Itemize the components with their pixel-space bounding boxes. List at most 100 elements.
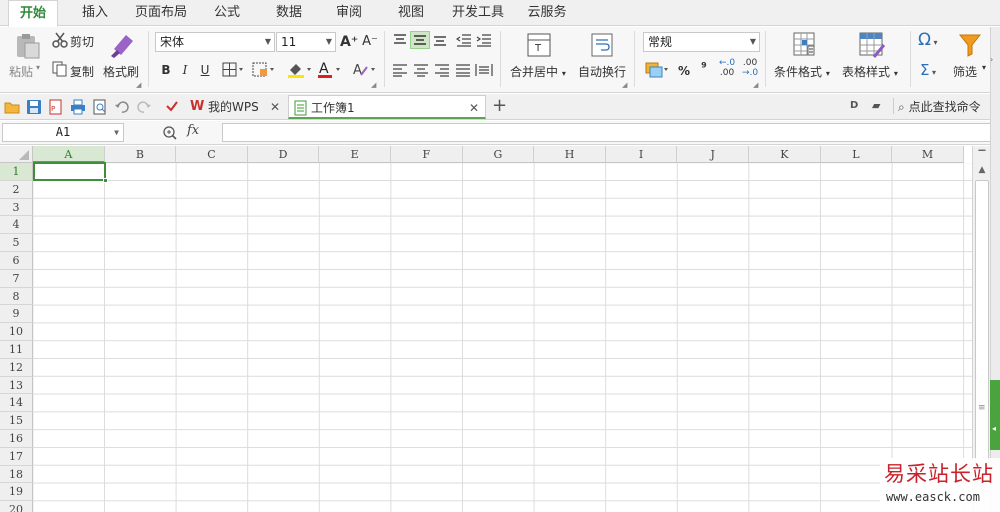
column-header[interactable]: M <box>892 146 964 163</box>
fill-color-icon[interactable] <box>286 61 314 79</box>
autosum-button[interactable]: Σ ▾ <box>920 61 936 79</box>
fill-grid-icon[interactable] <box>252 62 276 78</box>
formula-input[interactable] <box>222 123 998 142</box>
name-box[interactable]: A1 ▼ <box>2 123 124 142</box>
share-icon[interactable]: ▰ <box>872 99 880 112</box>
collaborate-icon[interactable]: D <box>850 100 858 111</box>
distributed-align-icon[interactable] <box>475 63 493 77</box>
row-header[interactable]: 18 <box>0 465 33 484</box>
increase-decimal-button[interactable]: ←.0 .00 <box>719 58 735 78</box>
merge-center-button[interactable]: 合并居中 ▾ <box>510 63 566 80</box>
active-cell-a1[interactable] <box>33 162 108 183</box>
clipboard-launcher[interactable]: ◢ <box>136 81 141 89</box>
column-header[interactable]: B <box>104 146 177 163</box>
row-header[interactable]: 12 <box>0 358 33 377</box>
column-header[interactable]: J <box>677 146 749 163</box>
redo-icon[interactable] <box>136 99 152 115</box>
tab-cloud-services[interactable]: 云服务 <box>520 0 574 26</box>
column-header[interactable]: H <box>534 146 606 163</box>
command-search[interactable]: ⌕ 点此查找命令 <box>898 97 981 117</box>
tab-data[interactable]: 数据 <box>266 0 312 26</box>
tab-page-layout[interactable]: 页面布局 <box>128 0 194 26</box>
decrease-decimal-button[interactable]: .00 →.0 <box>742 58 758 78</box>
doc-tab-workbook[interactable]: 工作簿1 ✕ <box>288 95 486 119</box>
row-header[interactable]: 2 <box>0 180 33 199</box>
row-header[interactable]: 7 <box>0 269 33 288</box>
scrollbar-thumb[interactable]: ≡ <box>975 180 989 480</box>
save-icon[interactable] <box>26 99 42 115</box>
row-header[interactable]: 15 <box>0 412 33 430</box>
paste-dropdown-arrow[interactable]: ▾ <box>36 63 40 72</box>
fill-handle[interactable] <box>103 178 108 183</box>
row-header[interactable]: 3 <box>0 198 33 217</box>
row-header[interactable]: 19 <box>0 483 33 502</box>
wrap-text-button[interactable]: 自动换行 <box>578 63 626 80</box>
column-header[interactable]: D <box>247 146 320 163</box>
row-header[interactable]: 10 <box>0 323 33 341</box>
align-left-icon[interactable] <box>392 63 408 77</box>
row-header[interactable]: 8 <box>0 287 33 306</box>
print-icon[interactable] <box>70 99 86 115</box>
zoom-function-icon[interactable] <box>162 125 178 141</box>
tab-view[interactable]: 视图 <box>388 0 434 26</box>
chevron-down-icon[interactable]: ▾ <box>982 63 986 72</box>
row-header[interactable]: 20 <box>0 501 33 512</box>
paste-icon[interactable] <box>12 33 42 59</box>
new-tab-plus-icon[interactable]: + <box>492 95 507 116</box>
align-bottom-icon[interactable] <box>432 33 448 47</box>
column-header[interactable]: K <box>749 146 821 163</box>
tab-review[interactable]: 审阅 <box>326 0 372 26</box>
tab-formulas[interactable]: 公式 <box>204 0 250 26</box>
close-icon[interactable]: ✕ <box>469 96 479 120</box>
open-folder-icon[interactable] <box>4 99 20 115</box>
row-header[interactable]: 16 <box>0 430 33 448</box>
filter-button[interactable]: 筛选 <box>953 63 977 80</box>
cell-area[interactable] <box>33 163 972 512</box>
percent-button[interactable]: % <box>675 62 693 80</box>
copy-button[interactable]: 复制 <box>70 63 94 80</box>
bold-button[interactable]: B <box>157 61 175 79</box>
column-header[interactable]: F <box>391 146 463 163</box>
justify-icon[interactable] <box>455 63 471 77</box>
conditional-format-button[interactable]: 条件格式 ▾ <box>774 63 830 80</box>
align-top-icon[interactable] <box>392 33 408 47</box>
shrink-font-button[interactable]: A⁻ <box>361 33 379 51</box>
tab-insert[interactable]: 插入 <box>70 0 120 26</box>
tab-home[interactable]: 开始 <box>8 0 58 27</box>
thousands-separator-button[interactable]: ⁹ <box>695 60 713 78</box>
row-header[interactable]: 13 <box>0 376 33 395</box>
underline-button[interactable]: U <box>196 61 214 79</box>
scroll-up-arrow-icon[interactable]: ▲ <box>974 162 990 178</box>
currency-icon[interactable] <box>644 61 670 79</box>
paste-button[interactable]: 粘贴 <box>9 63 33 80</box>
ribbon-scroll-right-icon[interactable]: › <box>990 55 993 64</box>
column-header[interactable]: C <box>176 146 248 163</box>
task-pane-toggle[interactable]: ◂ <box>990 380 1000 450</box>
close-icon[interactable]: ✕ <box>270 95 280 119</box>
font-color-icon[interactable]: A <box>316 61 344 79</box>
select-all-corner[interactable] <box>0 146 33 163</box>
undo-icon[interactable] <box>114 99 130 115</box>
row-header[interactable]: 4 <box>0 216 33 235</box>
font-launcher[interactable]: ◢ <box>371 81 376 89</box>
align-middle-button[interactable] <box>410 31 430 49</box>
column-header[interactable]: I <box>605 146 678 163</box>
number-format-select[interactable]: 常规 ▼ <box>643 32 760 52</box>
print-preview-icon[interactable] <box>92 99 108 115</box>
row-header[interactable]: 1 <box>0 163 33 181</box>
table-style-button[interactable]: 表格样式 ▾ <box>842 63 898 80</box>
export-pdf-icon[interactable]: P <box>48 99 64 115</box>
row-header[interactable]: 11 <box>0 341 33 359</box>
column-header[interactable]: A <box>33 146 105 163</box>
row-header[interactable]: 17 <box>0 447 33 466</box>
decrease-indent-icon[interactable] <box>456 33 472 47</box>
number-launcher[interactable]: ◢ <box>753 81 758 89</box>
row-header[interactable]: 5 <box>0 234 33 252</box>
column-header[interactable]: L <box>820 146 893 163</box>
cut-button[interactable]: 剪切 <box>70 33 94 50</box>
grow-font-button[interactable]: A⁺ <box>340 33 358 51</box>
column-header[interactable]: E <box>319 146 391 163</box>
row-header[interactable]: 9 <box>0 305 33 324</box>
row-header[interactable]: 14 <box>0 394 33 413</box>
insert-function-button[interactable]: fx <box>187 123 199 138</box>
